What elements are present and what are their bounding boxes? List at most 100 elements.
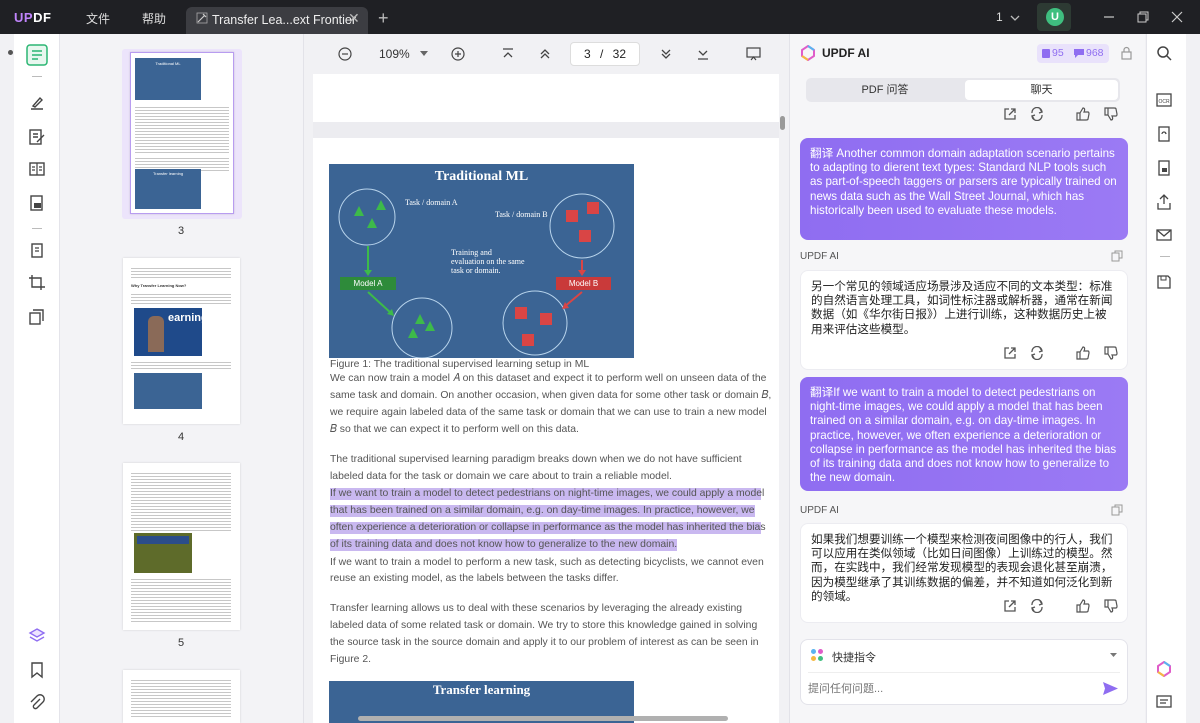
window-count[interactable]: 1 <box>996 10 1003 24</box>
page-number-box[interactable]: 3 / 32 <box>570 42 640 66</box>
attachment-icon[interactable] <box>28 694 46 712</box>
thumb-text <box>131 577 231 623</box>
copy-icon[interactable] <box>1111 504 1123 516</box>
last-page-icon[interactable] <box>697 48 709 60</box>
restore-icon[interactable] <box>1137 11 1149 23</box>
figure-caption: Figure 1: The traditional supervised lea… <box>330 359 590 370</box>
share-file-icon[interactable] <box>1156 194 1172 210</box>
thumb-figure: Traditional ML <box>135 58 201 100</box>
zoom-dropdown-icon[interactable] <box>420 51 428 57</box>
ai-question-input[interactable] <box>808 679 1098 699</box>
highlighted-line[interactable]: often experience a deterioration or coll… <box>330 522 766 534</box>
model-a-label: Model A <box>340 277 396 290</box>
thumbnail-page-5[interactable] <box>123 463 240 630</box>
bookmark-icon[interactable] <box>28 661 46 679</box>
updf-ai-icon[interactable] <box>1156 661 1172 677</box>
ai-message-text: 如果我们想要训练一个模型来检测夜间图像中的行人，我们可以应用在类似领域（比如日间… <box>811 533 1113 603</box>
horizontal-scrollbar[interactable] <box>358 716 728 721</box>
thumbs-up-icon[interactable] <box>1076 346 1090 360</box>
organize-pages-icon[interactable] <box>28 160 46 178</box>
minimize-icon[interactable] <box>1103 11 1115 23</box>
share-icon[interactable] <box>1003 599 1017 613</box>
thumbs-down-icon[interactable] <box>1104 346 1118 360</box>
figure-traditional-ml: Traditional ML Task / domain A Task / do… <box>329 164 634 358</box>
send-icon[interactable] <box>1103 682 1118 695</box>
email-icon[interactable] <box>1156 227 1172 243</box>
tab-pdf-qa[interactable]: PDF 问答 <box>808 80 962 100</box>
current-page: 3 <box>583 47 591 61</box>
close-window-icon[interactable] <box>1171 11 1183 23</box>
reader-mode-icon[interactable] <box>26 44 48 66</box>
doc-line: The traditional supervised learning para… <box>330 454 742 465</box>
document-tab[interactable]: Transfer Lea...ext Frontier <box>186 7 368 34</box>
total-pages: 32 <box>612 47 627 61</box>
highlighted-line[interactable]: If we want to train a model to detect pe… <box>330 488 764 500</box>
doc-line: Transfer learning allows us to deal with… <box>330 603 742 614</box>
presentation-icon[interactable] <box>746 47 761 61</box>
highlighted-line[interactable]: of its training data and does not know h… <box>330 539 678 551</box>
thumb-person <box>148 316 164 352</box>
highlighted-line[interactable]: that has been trained on a similar domai… <box>330 505 755 517</box>
user-message: 翻译 Another common domain adaptation scen… <box>800 138 1128 240</box>
figure-label-task-b: Task / domain B <box>495 210 548 219</box>
protect-icon[interactable] <box>1156 160 1172 176</box>
tab-close-icon[interactable]: ✕ <box>348 10 360 27</box>
pdf-credit-icon <box>1042 49 1050 58</box>
thumbnail-page-4[interactable]: Why Transfer Learning Now? earning <box>123 258 240 424</box>
copy-icon[interactable] <box>1111 250 1123 262</box>
batch-icon[interactable] <box>28 308 46 326</box>
thumb-figure-title: Traditional ML <box>155 61 181 66</box>
thumbs-down-icon[interactable] <box>1104 599 1118 613</box>
chat-credit-icon <box>1074 49 1084 58</box>
share-icon[interactable] <box>1003 346 1017 360</box>
updf-ai-logo-icon <box>801 45 815 61</box>
share-icon[interactable] <box>1003 107 1017 121</box>
thumb-text <box>135 105 229 153</box>
crop-icon[interactable] <box>28 274 46 292</box>
edit-pdf-icon[interactable] <box>28 128 46 146</box>
previous-page-bottom <box>313 74 779 122</box>
search-icon[interactable] <box>1156 45 1172 61</box>
first-page-icon[interactable] <box>502 48 514 60</box>
thumbs-down-icon[interactable] <box>1104 107 1118 121</box>
convert-icon[interactable] <box>28 242 46 260</box>
next-page-icon[interactable] <box>660 48 672 60</box>
thumbs-up-icon[interactable] <box>1076 107 1090 121</box>
convert-pdf-icon[interactable] <box>1156 126 1172 142</box>
thumb-text <box>131 292 231 304</box>
zoom-in-icon[interactable] <box>451 47 465 61</box>
menu-help[interactable]: 帮助 <box>142 10 166 27</box>
comments-icon[interactable] <box>1156 694 1172 710</box>
form-icon[interactable] <box>28 194 46 212</box>
message-sender: UPDF AI <box>800 505 839 516</box>
regenerate-icon[interactable] <box>1030 346 1044 360</box>
layers-icon[interactable] <box>28 627 46 645</box>
doc-line: Figure 2. <box>330 654 372 665</box>
quick-command-dropdown-icon[interactable] <box>1110 653 1117 658</box>
tab-chat[interactable]: 聊天 <box>965 80 1118 100</box>
menu-file[interactable]: 文件 <box>86 10 110 27</box>
ocr-icon[interactable]: OCR <box>1156 92 1172 108</box>
save-icon[interactable] <box>1156 274 1172 290</box>
regenerate-icon[interactable] <box>1030 107 1044 121</box>
zoom-out-icon[interactable] <box>338 47 352 61</box>
lock-icon[interactable] <box>1121 46 1132 60</box>
zoom-level[interactable]: 109% <box>379 47 410 61</box>
comment-icon[interactable] <box>28 94 46 112</box>
chevron-down-icon[interactable] <box>1010 13 1020 23</box>
thumbnail-page-3[interactable]: Traditional ML Transfer learning <box>130 52 234 214</box>
ai-message-text: 另一个常见的领域适应场景涉及适应不同的文本类型：标准的自然语言处理工具，如词性标… <box>811 280 1113 336</box>
doc-line: we require again labeled data of the sam… <box>330 407 767 418</box>
thumbs-up-icon[interactable] <box>1076 599 1090 613</box>
previous-page-icon[interactable] <box>539 48 551 60</box>
regenerate-icon[interactable] <box>1030 599 1044 613</box>
thumbnail-page-6[interactable] <box>123 670 240 723</box>
toolbar-divider <box>32 76 42 77</box>
doc-line: labeled data for the task or domain we c… <box>330 471 672 482</box>
input-divider <box>808 672 1120 673</box>
new-tab-icon[interactable]: + <box>378 8 389 29</box>
figure-label-task-a: Task / domain A <box>405 198 458 207</box>
quick-command-select[interactable]: 快捷指令 <box>832 649 876 665</box>
document-edit-icon <box>196 12 208 24</box>
vertical-scrollbar[interactable] <box>780 116 785 130</box>
